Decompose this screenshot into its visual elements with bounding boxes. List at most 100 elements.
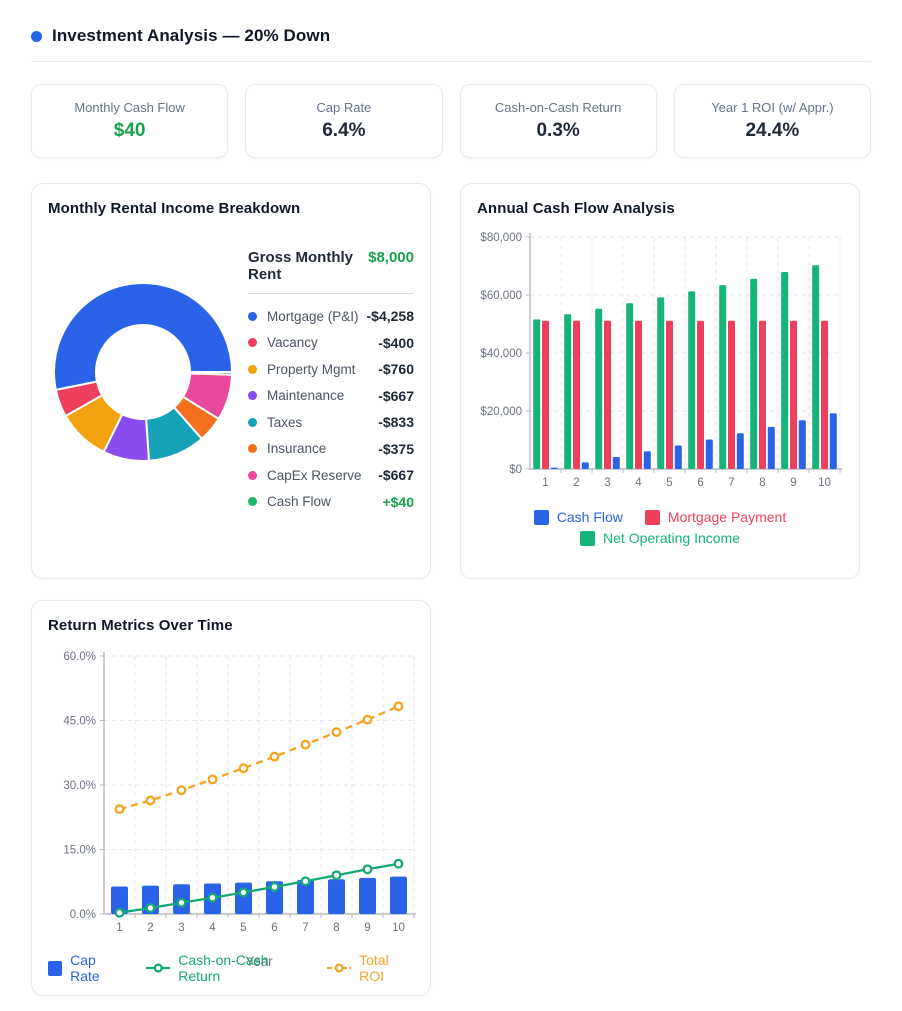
income-legend-row[interactable]: Cash Flow+$40 bbox=[248, 489, 414, 516]
annual-bar[interactable] bbox=[759, 321, 766, 469]
svg-text:45.0%: 45.0% bbox=[63, 716, 96, 728]
metric-card-year1-roi: Year 1 ROI (w/ Appr.) 24.4% bbox=[674, 84, 871, 158]
metric-label: Cash-on-Cash Return bbox=[495, 100, 621, 115]
total-roi-point[interactable] bbox=[395, 703, 403, 711]
income-legend-row[interactable]: Insurance-$375 bbox=[248, 436, 414, 463]
svg-text:3: 3 bbox=[178, 922, 184, 934]
svg-text:5: 5 bbox=[240, 922, 246, 934]
legend-item-mortgage-payment[interactable]: Mortgage Payment bbox=[645, 509, 786, 525]
svg-text:4: 4 bbox=[209, 922, 216, 934]
coc-return-point[interactable] bbox=[116, 909, 124, 917]
annual-bar[interactable] bbox=[582, 462, 589, 469]
annual-cash-flow-title: Annual Cash Flow Analysis bbox=[477, 200, 843, 217]
income-legend-row[interactable]: Taxes-$833 bbox=[248, 409, 414, 436]
coc-return-point[interactable] bbox=[147, 904, 155, 912]
total-roi-point[interactable] bbox=[302, 741, 310, 749]
annual-bar[interactable] bbox=[604, 321, 611, 469]
total-roi-point[interactable] bbox=[333, 728, 341, 736]
annual-bar[interactable] bbox=[666, 321, 673, 469]
mortgage-swatch-icon bbox=[645, 510, 660, 525]
coc-return-point[interactable] bbox=[240, 889, 248, 897]
svg-text:1: 1 bbox=[116, 922, 122, 934]
coc-return-point[interactable] bbox=[333, 872, 341, 880]
income-legend-row[interactable]: CapEx Reserve-$667 bbox=[248, 462, 414, 489]
annual-bar[interactable] bbox=[564, 314, 571, 469]
annual-bar[interactable] bbox=[688, 291, 695, 469]
annual-bar[interactable] bbox=[644, 451, 651, 469]
income-legend-row[interactable]: Vacancy-$400 bbox=[248, 330, 414, 357]
total-roi-point[interactable] bbox=[178, 786, 186, 794]
coc-return-point[interactable] bbox=[271, 883, 279, 891]
legend-item-net-operating-income[interactable]: Net Operating Income bbox=[580, 530, 740, 546]
cap-rate-bar[interactable] bbox=[235, 883, 252, 914]
income-legend-row[interactable]: Property Mgmt-$760 bbox=[248, 356, 414, 383]
cap-rate-bar[interactable] bbox=[390, 877, 407, 914]
legend-label: Total ROI bbox=[359, 952, 414, 984]
annual-bar[interactable] bbox=[533, 319, 540, 469]
total-roi-point[interactable] bbox=[209, 776, 217, 784]
annual-cash-flow-card: Annual Cash Flow Analysis $0$20,000$40,0… bbox=[460, 183, 860, 579]
annual-bar[interactable] bbox=[750, 279, 757, 469]
coc-return-point[interactable] bbox=[364, 866, 372, 874]
income-legend-value: -$833 bbox=[378, 414, 414, 430]
income-legend-row[interactable]: Mortgage (P&I)-$4,258 bbox=[248, 303, 414, 330]
coc-return-point[interactable] bbox=[395, 860, 403, 868]
svg-text:7: 7 bbox=[302, 922, 308, 934]
gross-rent-value: $8,000 bbox=[368, 249, 414, 266]
income-legend-label: Property Mgmt bbox=[267, 362, 356, 377]
series-color-dot-icon bbox=[248, 444, 257, 453]
annual-cash-flow-chart[interactable]: $0$20,000$40,000$60,000$80,0001234567891… bbox=[477, 225, 845, 503]
legend-label: Mortgage Payment bbox=[668, 509, 786, 525]
annual-bar[interactable] bbox=[595, 309, 602, 469]
return-metrics-title: Return Metrics Over Time bbox=[48, 617, 414, 634]
legend-item-total-roi[interactable]: Total ROI bbox=[327, 952, 414, 984]
annual-bar[interactable] bbox=[719, 285, 726, 469]
coc-return-point[interactable] bbox=[209, 894, 217, 902]
svg-text:$20,000: $20,000 bbox=[480, 406, 522, 418]
noi-swatch-icon bbox=[580, 531, 595, 546]
cap-rate-bar[interactable] bbox=[359, 878, 376, 914]
annual-bar[interactable] bbox=[697, 321, 704, 469]
legend-item-cap-rate[interactable]: Cap Rate bbox=[48, 952, 126, 984]
coc-return-point[interactable] bbox=[302, 878, 310, 886]
annual-bar[interactable] bbox=[551, 468, 558, 469]
income-legend-label: Cash Flow bbox=[267, 494, 331, 509]
income-breakdown-title: Monthly Rental Income Breakdown bbox=[48, 200, 414, 217]
annual-bar[interactable] bbox=[790, 321, 797, 469]
income-legend-label: Insurance bbox=[267, 441, 326, 456]
annual-bar[interactable] bbox=[768, 427, 775, 469]
svg-text:2: 2 bbox=[573, 477, 579, 489]
income-legend-rows: Mortgage (P&I)-$4,258Vacancy-$400Propert… bbox=[248, 303, 414, 515]
annual-bar[interactable] bbox=[706, 440, 713, 470]
metric-card-cash-on-cash: Cash-on-Cash Return 0.3% bbox=[460, 84, 657, 158]
annual-bar[interactable] bbox=[821, 321, 828, 469]
total-roi-point[interactable] bbox=[147, 797, 155, 805]
legend-item-cash-flow[interactable]: Cash Flow bbox=[534, 509, 623, 525]
annual-bar[interactable] bbox=[626, 303, 633, 469]
annual-bar[interactable] bbox=[830, 413, 837, 469]
total-roi-point[interactable] bbox=[271, 753, 279, 761]
annual-bar[interactable] bbox=[675, 446, 682, 470]
return-metrics-chart[interactable]: 0.0%15.0%30.0%45.0%60.0%12345678910 bbox=[48, 642, 416, 942]
annual-bar[interactable] bbox=[781, 272, 788, 469]
income-legend-row[interactable]: Maintenance-$667 bbox=[248, 383, 414, 410]
annual-bar[interactable] bbox=[573, 321, 580, 469]
coc-return-point[interactable] bbox=[178, 899, 186, 907]
dashed-line-marker-icon bbox=[327, 962, 351, 974]
annual-bar[interactable] bbox=[657, 297, 664, 469]
income-legend-value: -$4,258 bbox=[367, 308, 414, 324]
annual-bar[interactable] bbox=[737, 433, 744, 469]
annual-bar[interactable] bbox=[799, 420, 806, 469]
annual-bar[interactable] bbox=[613, 457, 620, 469]
income-legend: Gross Monthly Rent $8,000 Mortgage (P&I)… bbox=[244, 217, 414, 515]
total-roi-point[interactable] bbox=[116, 805, 124, 813]
income-donut-chart[interactable] bbox=[48, 277, 238, 467]
annual-bar[interactable] bbox=[635, 321, 642, 469]
cap-rate-bar[interactable] bbox=[328, 879, 345, 914]
annual-bar[interactable] bbox=[728, 321, 735, 469]
legend-item-cash-on-cash-return[interactable]: Cash-on-Cash Return bbox=[146, 952, 307, 984]
annual-bar[interactable] bbox=[812, 265, 819, 469]
total-roi-point[interactable] bbox=[240, 764, 248, 772]
total-roi-point[interactable] bbox=[364, 716, 372, 724]
annual-bar[interactable] bbox=[542, 321, 549, 469]
